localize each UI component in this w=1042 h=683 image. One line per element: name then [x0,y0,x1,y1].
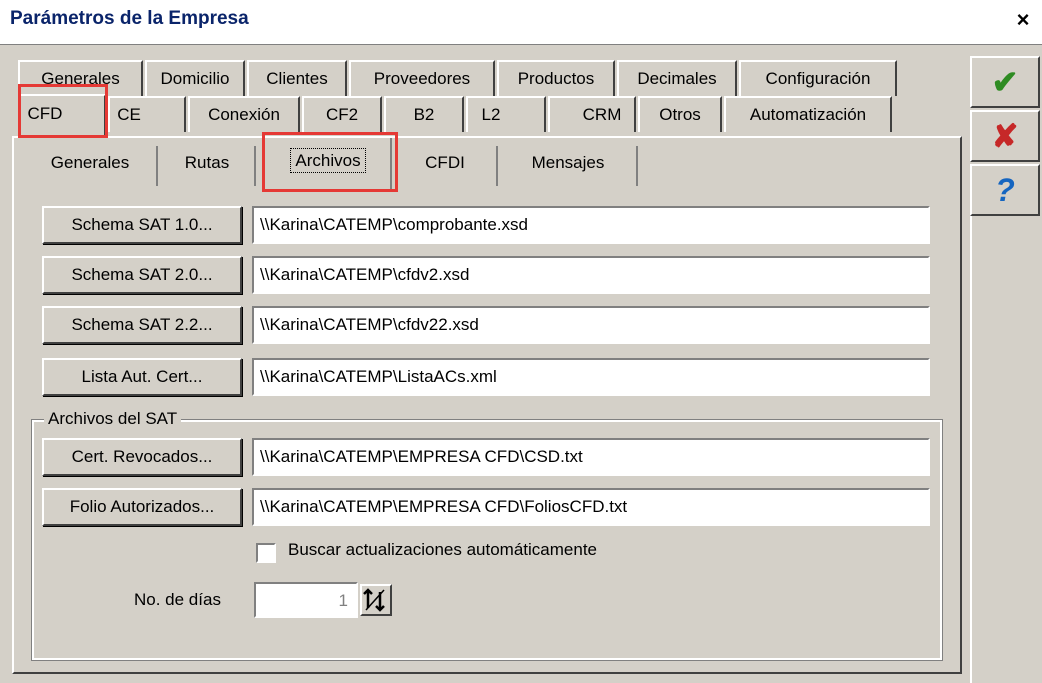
folio-autorizados-button[interactable]: Folio Autorizados... [42,488,242,526]
tab-label: Domicilio [160,69,230,88]
folio-autorizados-path-field[interactable]: \\Karina\CATEMP\EMPRESA CFD\FoliosCFD.tx… [252,488,930,526]
schema-sat-2-0-button[interactable]: Schema SAT 2.0... [42,256,242,294]
schema-sat-2-0-path-field[interactable]: \\Karina\CATEMP\cfdv2.xsd [252,256,930,294]
tab-conexion[interactable]: Conexión [188,96,300,132]
subtab-rutas[interactable]: Rutas [160,146,256,186]
highlight-archivos-subtab [262,132,398,192]
tab-label: CF2 [325,105,359,124]
days-input[interactable]: 1 [254,582,358,618]
window-title: Parámetros de la Empresa [10,8,249,29]
subtab-mensajes[interactable]: Mensajes [500,146,638,186]
cancel-icon: ✘ [991,118,1019,154]
tab-label: CRM [582,105,622,124]
close-button[interactable]: × [1010,8,1036,34]
archivos-sat-label: Archivos del SAT [44,409,182,429]
tab-crm[interactable]: CRM [548,96,636,132]
tab-l2[interactable]: L2 [466,96,546,132]
days-spinner[interactable] [360,584,392,616]
tab-proveedores[interactable]: Proveedores [349,60,495,96]
tab-otros[interactable]: Otros [638,96,722,132]
tab-label: L2 [481,105,501,124]
help-button[interactable]: ? [970,164,1040,216]
tab-label: Configuración [765,69,871,88]
tab-decimales[interactable]: Decimales [617,60,737,96]
ok-button[interactable]: ✔ [970,56,1040,108]
tab-clientes[interactable]: Clientes [247,60,347,96]
auto-update-label: Buscar actualizaciones automáticamente [288,540,597,559]
days-label: No. de días [134,590,221,609]
schema-sat-2-2-button[interactable]: Schema SAT 2.2... [42,306,242,344]
highlight-cfd-tab [18,84,108,138]
tab-cf2[interactable]: CF2 [302,96,382,132]
subtab-label: Rutas [184,153,230,172]
tab-configuracion[interactable]: Configuración [739,60,897,96]
spinner-arrows-icon [363,588,385,612]
tab-label: Proveedores [373,69,471,88]
cert-revocados-button[interactable]: Cert. Revocados... [42,438,242,476]
tab-label: Clientes [266,69,328,88]
tab-label: B2 [413,105,435,124]
tab-b2[interactable]: B2 [384,96,464,132]
check-icon: ✔ [991,64,1019,100]
schema-sat-2-2-path-field[interactable]: \\Karina\CATEMP\cfdv22.xsd [252,306,930,344]
tab-label: Automatización [749,105,867,124]
tab-label: Conexión [208,105,280,124]
subtab-label: Mensajes [531,153,605,172]
subtab-cfdi[interactable]: CFDI [394,146,498,186]
schema-sat-1-0-path-field[interactable]: \\Karina\CATEMP\comprobante.xsd [252,206,930,244]
tab-productos[interactable]: Productos [497,60,615,96]
side-divider [970,216,972,683]
tab-label: CE [117,105,141,124]
tab-label: Decimales [637,69,717,88]
subtab-label: CFDI [425,153,465,172]
cert-revocados-path-field[interactable]: \\Karina\CATEMP\EMPRESA CFD\CSD.txt [252,438,930,476]
subtab-label: Generales [50,153,130,172]
auto-update-checkbox[interactable] [256,543,276,563]
help-icon: ? [995,172,1015,208]
subtab-generales[interactable]: Generales [24,146,158,186]
schema-sat-1-0-button[interactable]: Schema SAT 1.0... [42,206,242,244]
title-bar: Parámetros de la Empresa × [0,0,1042,44]
tab-label: Productos [517,69,595,88]
tab-label: Otros [659,105,701,124]
cancel-button[interactable]: ✘ [970,110,1040,162]
tab-domicilio[interactable]: Domicilio [145,60,245,96]
tab-automatizacion[interactable]: Automatización [724,96,892,132]
tab-ce[interactable]: CE [108,96,186,132]
lista-aut-cert-path-field[interactable]: \\Karina\CATEMP\ListaACs.xml [252,358,930,396]
lista-aut-cert-button[interactable]: Lista Aut. Cert... [42,358,242,396]
